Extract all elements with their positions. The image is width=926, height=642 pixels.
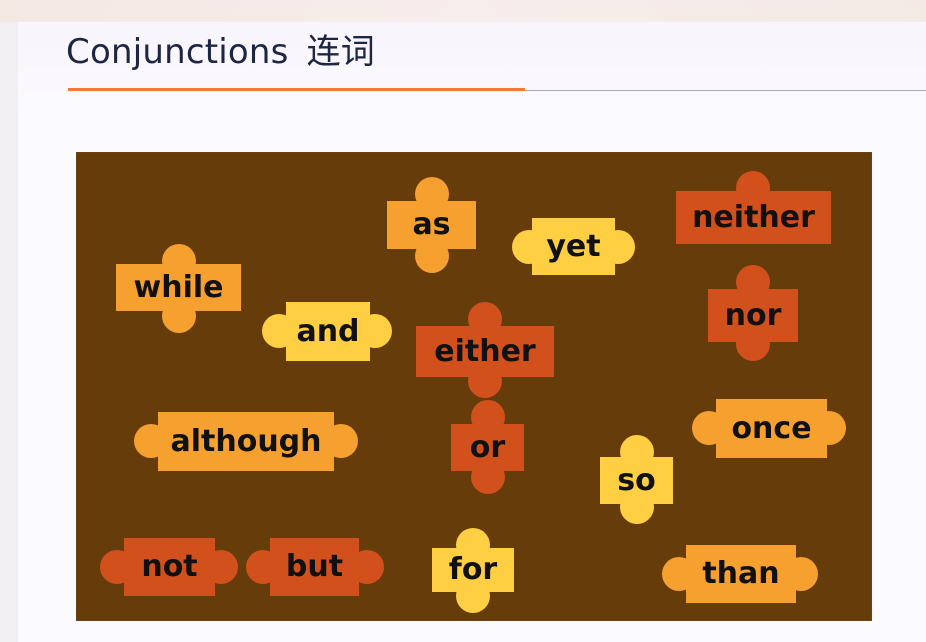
- puzzle-piece-yet: yet: [512, 218, 635, 275]
- puzzle-word: yet: [546, 228, 601, 264]
- puzzle-piece-than: than: [662, 545, 818, 603]
- puzzle-word: while: [133, 269, 224, 305]
- puzzle-piece-for: for: [432, 528, 514, 613]
- slide-title-english: Conjunctions: [66, 32, 289, 72]
- puzzle-knob: [415, 239, 449, 273]
- puzzle-word: although: [170, 423, 322, 459]
- puzzle-piece-and: and: [262, 302, 392, 361]
- slide-title: Conjunctions 连词: [66, 24, 375, 73]
- puzzle-piece-while: while: [116, 244, 241, 333]
- puzzle-word: than: [702, 556, 780, 591]
- puzzle-knob: [100, 550, 134, 584]
- puzzle-word: and: [296, 313, 360, 349]
- puzzle-piece-either: either: [416, 302, 554, 398]
- puzzle-word: not: [141, 549, 198, 584]
- slide-page: Conjunctions 连词 as yet neither nor while…: [0, 0, 926, 642]
- puzzle-word: but: [285, 549, 344, 584]
- puzzle-knob: [736, 265, 770, 299]
- puzzle-knob: [246, 550, 280, 584]
- title-accent-line: [68, 88, 525, 91]
- puzzle-word: so: [617, 462, 656, 498]
- puzzle-word: nor: [724, 297, 782, 333]
- puzzle-knob: [468, 364, 502, 398]
- puzzle-knob: [468, 302, 502, 336]
- puzzle-knob: [692, 411, 726, 445]
- puzzle-piece-but: but: [246, 538, 384, 596]
- conjunction-puzzle-board: as yet neither nor while and either alth…: [76, 152, 872, 621]
- puzzle-piece-nor: nor: [708, 265, 798, 361]
- puzzle-word: neither: [692, 199, 815, 235]
- slide-title-chinese: 连词: [306, 32, 375, 72]
- puzzle-word: or: [469, 429, 506, 465]
- puzzle-piece-although: although: [134, 412, 358, 471]
- puzzle-knob: [415, 177, 449, 211]
- puzzle-knob: [601, 230, 635, 264]
- puzzle-piece-once: once: [692, 399, 846, 458]
- puzzle-piece-as: as: [387, 177, 476, 273]
- puzzle-knob: [204, 550, 238, 584]
- puzzle-knob: [471, 460, 505, 494]
- puzzle-word: for: [448, 552, 498, 587]
- puzzle-knob: [471, 400, 505, 434]
- puzzle-piece-not: not: [100, 538, 238, 596]
- puzzle-piece-or: or: [451, 400, 524, 494]
- puzzle-knob: [662, 557, 696, 591]
- puzzle-knob: [784, 557, 818, 591]
- puzzle-knob: [262, 314, 296, 348]
- puzzle-word: once: [731, 410, 812, 446]
- left-shadow-strip: [0, 0, 18, 642]
- puzzle-knob: [324, 424, 358, 458]
- puzzle-piece-neither: neither: [676, 171, 831, 244]
- puzzle-word: as: [412, 207, 451, 242]
- puzzle-knob: [134, 424, 168, 458]
- puzzle-word: either: [434, 333, 536, 369]
- puzzle-knob: [512, 230, 546, 264]
- puzzle-knob: [358, 314, 392, 348]
- puzzle-piece-so: so: [600, 435, 673, 524]
- puzzle-knob: [812, 411, 846, 445]
- top-highlight: [0, 0, 926, 22]
- puzzle-knob: [350, 550, 384, 584]
